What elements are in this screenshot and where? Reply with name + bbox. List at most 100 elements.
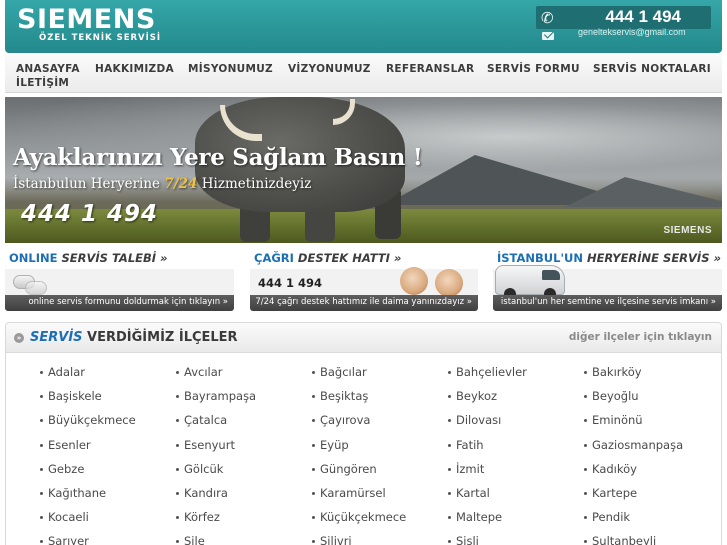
district-item[interactable]: Bağcılar [312,365,367,379]
nav-item-servis-noktalari[interactable]: SERVİS NOKTALARI [593,63,711,75]
promo-title-text: HERYERİNE SERVİS » [582,251,721,265]
phone-bar: ✆ 444 1 494 [536,6,711,29]
contact-box: ✆ 444 1 494 geneltekservis@gmail.com [536,6,711,44]
district-item[interactable]: Çayırova [311,413,370,427]
site-header: SIEMENS ÖZEL TEKNİK SERVİSİ ✆ 444 1 494 … [5,0,722,53]
district-item[interactable]: Bakırköy [584,365,642,379]
main-nav: ANASAYFA HAKKIMIZDA MİSYONUMUZ VİZYONUMU… [5,55,722,93]
promo-strip-text: 7/24 çağrı destek hattımız ile daima yan… [255,297,472,307]
district-item[interactable]: Silivri [312,534,352,545]
promo-phone: 444 1 494 [258,276,323,290]
promo-strip-text: online servis formunu doldurmak için tık… [28,297,228,307]
van-window [542,270,560,280]
promo-title-accent: İSTANBUL'UN [497,251,583,265]
district-item[interactable]: Bahçelievler [448,365,527,379]
district-item[interactable]: Sarıyer [40,534,89,545]
district-item[interactable]: Karamürsel [312,486,386,500]
logo-text: SIEMENS [17,4,156,35]
district-item[interactable]: Sultanbeyli [583,534,656,545]
district-item[interactable]: Gaziosmanpaşa [583,438,683,452]
district-item[interactable]: Şişli [448,534,479,545]
districts-title-text: VERDİĞİMİZ İLÇELER [82,330,238,345]
banner-sub-suffix: Hizmetinizdeyiz [197,176,312,192]
district-item[interactable]: Büyükçekmece [40,413,136,427]
promo-title-text: DESTEK HATTI » [293,251,402,265]
district-item[interactable]: Kartal [448,486,490,500]
nav-item-misyonumuz[interactable]: MİSYONUMUZ [188,63,273,75]
district-item[interactable]: Kağıthane [39,486,106,500]
district-item[interactable]: Beyoğlu [584,389,639,403]
promo-strip-text: istanbul'un her semtine ve ilçesine serv… [500,297,716,307]
promo-strip[interactable]: 7/24 çağrı destek hattımız ile daima yan… [250,295,478,311]
mail-icon [542,32,554,40]
district-item[interactable]: Gebze [39,462,84,476]
support-agent-avatar [400,267,428,295]
promo-strip[interactable]: istanbul'un her semtine ve ilçesine serv… [493,295,722,311]
district-item[interactable]: Eyüp [312,438,349,452]
banner-sub-accent: 7/24 [164,176,198,192]
banner-brand: SIEMENS [663,225,712,236]
promo-title: ONLINE SERVİS TALEBİ » [9,251,168,265]
nav-item-referanslar[interactable]: REFERANSLAR [386,63,474,75]
district-item[interactable]: Kocaeli [40,510,89,524]
district-item[interactable]: Beykoz [447,389,497,403]
service-van-icon [495,265,565,300]
promo-title: ÇAĞRI DESTEK HATTI » [254,251,401,265]
promo-istanbul-service[interactable]: İSTANBUL'UN HERYERİNE SERVİS » istanbul'… [493,249,722,311]
district-item[interactable]: Beşiktaş [311,389,368,403]
logo-subtitle: ÖZEL TEKNİK SERVİSİ [39,33,162,43]
district-item[interactable]: Gölcük [175,462,223,476]
promo-title-accent: ONLINE [9,251,58,265]
nav-item-iletisim[interactable]: İLETİŞİM [16,77,69,89]
siemens-logo[interactable]: SIEMENS ÖZEL TEKNİK SERVİSİ [17,4,161,43]
district-item[interactable]: Avcılar [176,365,223,379]
districts-title: SERVİS VERDİĞİMİZ İLÇELER [30,330,238,345]
mouse-icon [25,281,47,295]
double-chevron-icon: » [14,333,24,343]
district-item[interactable]: Maltepe [447,510,502,524]
banner-phone: 444 1 494 [21,201,159,227]
promo-title: İSTANBUL'UN HERYERİNE SERVİS » [497,251,721,265]
district-item[interactable]: Şile [176,534,205,545]
district-item[interactable]: Başiskele [40,389,102,403]
district-item[interactable]: Güngören [312,462,377,476]
support-agent-avatar [435,269,463,297]
district-item[interactable]: Bayrampaşa [175,389,256,403]
mountain-shape [565,177,722,207]
promo-title-accent: ÇAĞRI [254,251,294,265]
districts-panel: » SERVİS VERDİĞİMİZ İLÇELER diğer ilçele… [5,322,722,545]
district-item[interactable]: Dilovası [447,413,501,427]
nav-item-servis-formu[interactable]: SERVİS FORMU [487,63,580,75]
promo-online-service[interactable]: ONLINE SERVİS TALEBİ » online servis for… [5,249,234,311]
banner-sub-prefix: İstanbulun Heryerine [13,176,165,192]
districts-title-accent: SERVİS [30,330,83,345]
district-item[interactable]: Eminönü [584,413,643,427]
phone-icon: ✆ [541,9,554,27]
header-email[interactable]: geneltekservis@gmail.com [578,27,686,37]
district-item[interactable]: Esenler [40,438,91,452]
districts-header: » SERVİS VERDİĞİMİZ İLÇELER diğer ilçele… [6,323,721,353]
promo-call-center[interactable]: ÇAĞRI DESTEK HATTI » 444 1 494 7/24 çağr… [250,249,478,311]
district-item[interactable]: Küçükçekmece [311,510,406,524]
promo-image [493,265,722,300]
promo-strip[interactable]: online servis formunu doldurmak için tık… [5,295,234,311]
other-districts-link[interactable]: diğer ilçeler için tıklayın [569,331,712,343]
district-item[interactable]: Kartepe [583,486,637,500]
header-phone-number: 444 1 494 [605,7,681,26]
district-item[interactable]: Körfez [176,510,220,524]
promo-title-text: SERVİS TALEBİ » [57,251,168,265]
hero-banner: Ayaklarınızı Yere Sağlam Basın ! İstanbu… [5,97,722,243]
district-item[interactable]: Kandıra [176,486,228,500]
district-item[interactable]: Adalar [40,365,85,379]
banner-headline: Ayaklarınızı Yere Sağlam Basın ! [13,144,423,171]
nav-item-anasayfa[interactable]: ANASAYFA [16,63,80,75]
promo-image [5,269,234,295]
district-item[interactable]: Pendik [583,510,630,524]
district-item[interactable]: İzmit [447,462,484,476]
nav-item-vizyonumuz[interactable]: VİZYONUMUZ [288,63,371,75]
district-item[interactable]: Kadıköy [584,462,637,476]
district-item[interactable]: Çatalca [175,413,227,427]
district-item[interactable]: Fatih [448,438,484,452]
district-item[interactable]: Esenyurt [176,438,235,452]
nav-item-hakkimizda[interactable]: HAKKIMIZDA [95,63,174,75]
